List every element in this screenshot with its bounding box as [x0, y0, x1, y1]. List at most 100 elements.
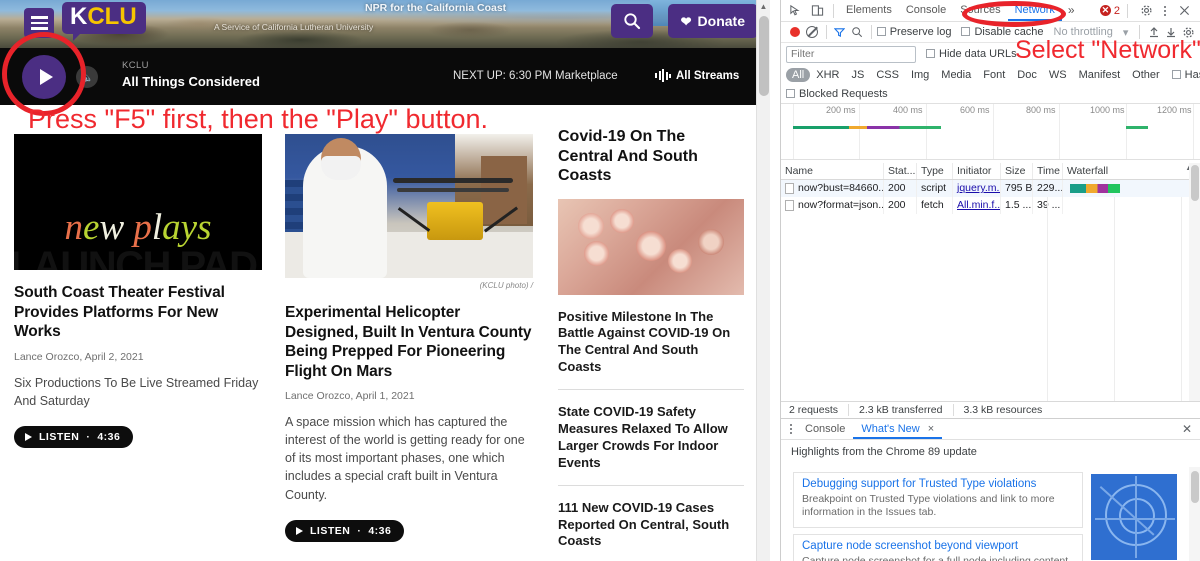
error-badge[interactable]: ✕ 2 [1099, 5, 1120, 17]
tab-network[interactable]: Network [1007, 0, 1062, 21]
article-headline[interactable]: South Coast Theater Festival Provides Pl… [14, 283, 262, 342]
filter-input[interactable] [786, 45, 916, 63]
inspect-element-icon[interactable] [784, 1, 806, 21]
article-teaser: Six Productions To Be Live Streamed Frid… [14, 375, 259, 408]
article-card-theater[interactable]: new plays LAUNCH PAD South Coast Theater… [14, 134, 262, 561]
type-filter-font[interactable]: Font [977, 68, 1011, 82]
scrollbar-thumb[interactable] [1190, 471, 1199, 503]
logo-letters-clu: CLU [87, 3, 137, 30]
hide-data-urls-checkbox[interactable]: Hide data URLs [926, 48, 1017, 60]
whats-new-illustration [1091, 474, 1177, 560]
clear-button[interactable] [803, 22, 820, 42]
tab-console[interactable]: Console [899, 0, 953, 21]
record-icon [789, 27, 800, 37]
overview-tick: 200 ms [826, 105, 856, 115]
covid-list-item[interactable]: Positive Milestone In The Battle Against… [558, 295, 744, 391]
column-header-initiator[interactable]: Initiator [953, 163, 1001, 179]
annotation-text-select-network: Select "Network" [1015, 36, 1200, 64]
logo-letter-k: K [70, 3, 88, 30]
table-scrollbar[interactable] [1189, 163, 1200, 403]
whats-new-card[interactable]: Capture node screenshot beyond viewport … [793, 533, 1083, 561]
type-filter-all[interactable]: All [786, 68, 811, 82]
request-size: 795 B [1001, 180, 1033, 197]
close-drawer-icon[interactable]: ✕ [1182, 422, 1200, 436]
column-header-name[interactable]: Name [781, 163, 884, 179]
blocked-requests-label: Blocked Requests [799, 88, 888, 100]
devtools-more-menu-icon[interactable] [1159, 1, 1171, 21]
scroll-up-arrow-icon[interactable]: ▲ [757, 0, 770, 14]
blocked-requests-row: Blocked Requests [781, 85, 1200, 104]
covid-list-item[interactable]: State COVID-19 Safety Measures Relaxed T… [558, 390, 744, 486]
scrollbar-thumb[interactable] [759, 16, 769, 96]
article-card-helicopter[interactable]: (KCLU photo) / Experimental Helicopter D… [285, 134, 533, 561]
drawer-tab-console[interactable]: Console [797, 419, 853, 439]
tab-sources[interactable]: Sources [953, 0, 1007, 21]
whats-new-list: Debugging support for Trusted Type viola… [793, 472, 1083, 561]
page-scrollbar[interactable]: ▲ [756, 0, 770, 561]
menu-hamburger-icon[interactable] [24, 8, 54, 38]
whats-new-card[interactable]: Debugging support for Trusted Type viola… [793, 472, 1083, 528]
column-header-type[interactable]: Type [917, 163, 953, 179]
type-filter-js[interactable]: JS [845, 68, 870, 82]
drawer-scrollbar[interactable] [1189, 467, 1200, 561]
listen-button[interactable]: LISTEN · 4:36 [285, 519, 405, 542]
type-filter-manifest[interactable]: Manifest [1073, 68, 1127, 82]
summary-transferred: 2.3 kB transferred [859, 403, 954, 416]
search-requests-button[interactable] [849, 22, 866, 42]
type-filter-css[interactable]: CSS [870, 68, 905, 82]
has-blocked-cookies-label: Has blocked cookies [1184, 69, 1200, 81]
type-filter-xhr[interactable]: XHR [810, 68, 845, 82]
donate-button[interactable]: ❤ Donate [667, 4, 758, 38]
type-filter-doc[interactable]: Doc [1011, 68, 1043, 82]
network-summary-bar: 2 requests 2.3 kB transferred 3.3 kB res… [781, 401, 1200, 417]
drawer-tabbar: Console What's New × ✕ [781, 419, 1200, 440]
listen-button[interactable]: LISTEN · 4:36 [14, 425, 134, 448]
tab-elements[interactable]: Elements [839, 0, 899, 21]
whats-new-card-title[interactable]: Capture node screenshot beyond viewport [802, 540, 1074, 552]
record-button[interactable] [786, 22, 803, 42]
type-filter-img[interactable]: Img [905, 68, 935, 82]
table-row[interactable]: now?bust=84660... 200 script jquery.m...… [781, 180, 1200, 197]
volume-button[interactable]: 🔈 [76, 66, 98, 88]
request-time: 229... [1033, 180, 1063, 197]
covid-section: Covid-19 On The Central And South Coasts… [558, 128, 744, 561]
play-triangle-icon [296, 526, 303, 535]
has-blocked-cookies-checkbox[interactable]: Has blocked cookies [1171, 69, 1200, 81]
play-button[interactable] [22, 55, 66, 99]
more-tabs-icon[interactable]: » [1062, 0, 1081, 21]
close-icon[interactable]: × [928, 423, 934, 435]
device-toolbar-icon[interactable] [806, 1, 828, 21]
column-header-status[interactable]: Stat... [884, 163, 917, 179]
now-playing-program: All Things Considered [122, 74, 260, 90]
drawer-tab-whats-new[interactable]: What's New × [853, 419, 943, 439]
network-overview-timeline[interactable]: 200 ms 400 ms 600 ms 800 ms 1000 ms 1200… [781, 104, 1200, 160]
all-streams-button[interactable]: All Streams [655, 69, 739, 82]
close-devtools-icon[interactable] [1173, 1, 1195, 21]
clear-icon [805, 26, 818, 38]
whats-new-card-desc: Capture node screenshot for a full node … [802, 554, 1069, 561]
scrollbar-thumb[interactable] [1190, 165, 1199, 201]
blocked-requests-checkbox[interactable]: Blocked Requests [786, 88, 888, 100]
filter-toggle-button[interactable] [831, 22, 848, 42]
search-button[interactable] [611, 4, 653, 38]
settings-gear-icon[interactable] [1135, 1, 1157, 21]
kclu-logo[interactable]: KCLU [62, 2, 146, 41]
request-name: now?bust=84660... [798, 182, 884, 194]
type-filter-media[interactable]: Media [935, 68, 977, 82]
listen-separator: · [86, 430, 91, 443]
type-filter-ws[interactable]: WS [1043, 68, 1073, 82]
heart-icon: ❤ [680, 13, 692, 29]
preserve-log-checkbox[interactable]: Preserve log [876, 26, 951, 38]
covid-list-item[interactable]: 111 New COVID-19 Cases Reported On Centr… [558, 486, 744, 561]
drawer-more-menu-icon[interactable] [785, 424, 797, 434]
column-header-size[interactable]: Size [1001, 163, 1033, 179]
overview-tick: 600 ms [960, 105, 990, 115]
type-filter-other[interactable]: Other [1126, 68, 1166, 82]
column-header-waterfall[interactable]: Waterfall ▲ [1063, 163, 1200, 179]
request-initiator[interactable]: jquery.m... [957, 182, 1000, 194]
donate-label: Donate [697, 13, 745, 29]
overview-tick: 1200 ms [1157, 105, 1192, 115]
column-header-time[interactable]: Time [1033, 163, 1063, 179]
article-headline[interactable]: Experimental Helicopter Designed, Built … [285, 303, 533, 381]
whats-new-card-title[interactable]: Debugging support for Trusted Type viola… [802, 478, 1074, 490]
